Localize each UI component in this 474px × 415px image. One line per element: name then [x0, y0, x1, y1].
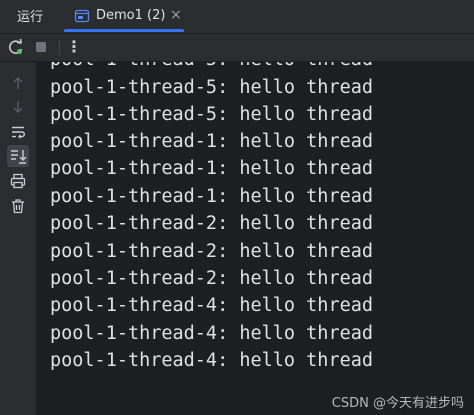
tab-demo1[interactable]: Demo1 (2) × [64, 0, 184, 32]
arrow-down-icon[interactable] [9, 98, 27, 116]
rerun-icon[interactable] [7, 38, 25, 56]
watermark: CSDN @今天有进步吗 [331, 396, 464, 411]
console-line: pool-1-thread-4: hello thread [50, 295, 374, 316]
console-side-toolbar [0, 62, 36, 415]
arrow-up-icon[interactable] [9, 74, 27, 92]
scroll-to-end-button[interactable] [7, 145, 29, 167]
active-tab-indicator [64, 29, 184, 32]
console-line: pool-1-thread-4: hello thread [50, 350, 374, 371]
toolbar-separator [59, 40, 60, 55]
console-toolbar: ⋮ [0, 34, 474, 62]
more-options-icon[interactable]: ⋮ [66, 37, 82, 56]
console-line: pool-1-thread-1: hello thread [50, 158, 374, 179]
soft-wrap-icon[interactable] [9, 123, 27, 141]
console-line: pool-1-thread-5: hello thread [50, 77, 374, 98]
console-line: pool-1-thread-4: hello thread [50, 323, 374, 344]
tool-window-header: 运行 Demo1 (2) × [0, 0, 474, 34]
stop-icon[interactable] [32, 38, 50, 56]
close-icon[interactable]: × [170, 7, 182, 23]
scroll-to-end-icon [11, 150, 27, 164]
console-output[interactable]: pool-1-thread-5: hello thread pool-1-thr… [36, 62, 474, 415]
console-line: pool-1-thread-1: hello thread [50, 186, 374, 207]
console-line: pool-1-thread-5: hello thread [50, 62, 373, 73]
console-line: pool-1-thread-2: hello thread [50, 268, 374, 289]
console-line: pool-1-thread-2: hello thread [50, 213, 374, 234]
tab-label: Demo1 (2) [96, 8, 166, 23]
trash-icon[interactable] [9, 197, 27, 215]
console-line: pool-1-thread-5: hello thread [50, 104, 374, 125]
print-icon[interactable] [9, 172, 27, 190]
run-config-icon [74, 9, 90, 22]
console-line: pool-1-thread-1: hello thread [50, 131, 374, 152]
console-line: pool-1-thread-2: hello thread [50, 241, 374, 262]
tool-window-title[interactable]: 运行 [17, 6, 43, 25]
